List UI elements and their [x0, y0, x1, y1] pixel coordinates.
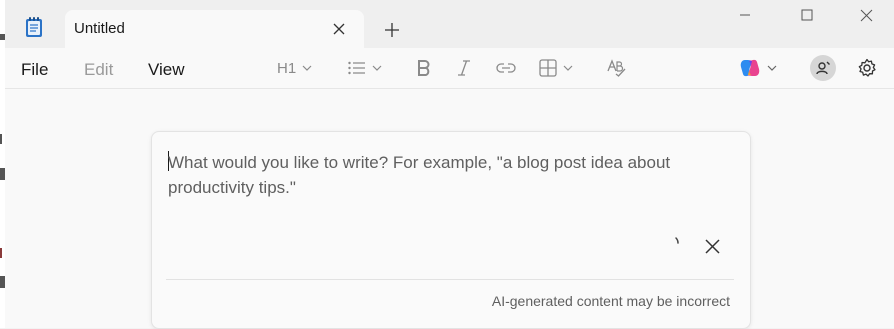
chevron-down-icon: [302, 65, 312, 71]
ai-prompt-card: What would you like to write? For exampl…: [151, 131, 751, 329]
link-button[interactable]: [496, 56, 516, 80]
minimize-button[interactable]: [725, 0, 765, 30]
settings-button[interactable]: [857, 56, 877, 80]
plus-icon: [385, 23, 399, 37]
account-icon: [816, 61, 830, 75]
notepad-window: Untitled File Edit View H1 What would yo…: [5, 0, 894, 329]
divider: [166, 279, 734, 280]
spellcheck-icon: [607, 59, 626, 77]
copilot-icon: [740, 59, 760, 77]
tab-title: Untitled: [74, 20, 125, 37]
minimize-icon: [740, 14, 750, 16]
tab-untitled[interactable]: Untitled: [65, 10, 364, 48]
chevron-down-icon: [767, 65, 777, 71]
table-dropdown[interactable]: [539, 56, 573, 80]
loading-spinner-icon: [675, 237, 679, 244]
close-icon: [704, 238, 720, 254]
prompt-input[interactable]: What would you like to write? For exampl…: [168, 150, 708, 200]
italic-icon: [458, 60, 470, 76]
italic-button[interactable]: [457, 56, 471, 80]
dismiss-prompt-button[interactable]: [701, 235, 723, 257]
menu-view[interactable]: View: [148, 60, 185, 80]
link-icon: [496, 63, 516, 73]
maximize-button[interactable]: [787, 0, 827, 30]
close-icon: [333, 23, 345, 35]
chevron-down-icon: [372, 65, 382, 71]
list-dropdown[interactable]: [348, 56, 382, 80]
close-window-button[interactable]: [846, 0, 886, 30]
bulleted-list-icon: [348, 61, 365, 75]
table-icon: [539, 59, 557, 77]
close-tab-button[interactable]: [329, 19, 349, 39]
maximize-icon: [801, 9, 813, 21]
bold-button[interactable]: [417, 56, 431, 80]
title-bar: Untitled: [5, 0, 894, 48]
menu-bar: File Edit View H1: [5, 48, 894, 89]
bold-icon: [418, 60, 430, 76]
close-icon: [860, 9, 872, 21]
gear-icon: [858, 58, 876, 77]
heading-dropdown[interactable]: H1: [277, 56, 312, 80]
copilot-dropdown[interactable]: [739, 56, 777, 80]
ai-disclaimer: AI-generated content may be incorrect: [491, 293, 730, 309]
account-button[interactable]: [810, 55, 836, 81]
menu-edit[interactable]: Edit: [84, 60, 113, 80]
heading-label: H1: [277, 59, 297, 77]
spellcheck-button[interactable]: [607, 56, 627, 80]
menu-file[interactable]: File: [21, 60, 48, 80]
notepad-app-icon: [26, 17, 42, 37]
new-tab-button[interactable]: [380, 18, 404, 42]
chevron-down-icon: [563, 65, 573, 71]
